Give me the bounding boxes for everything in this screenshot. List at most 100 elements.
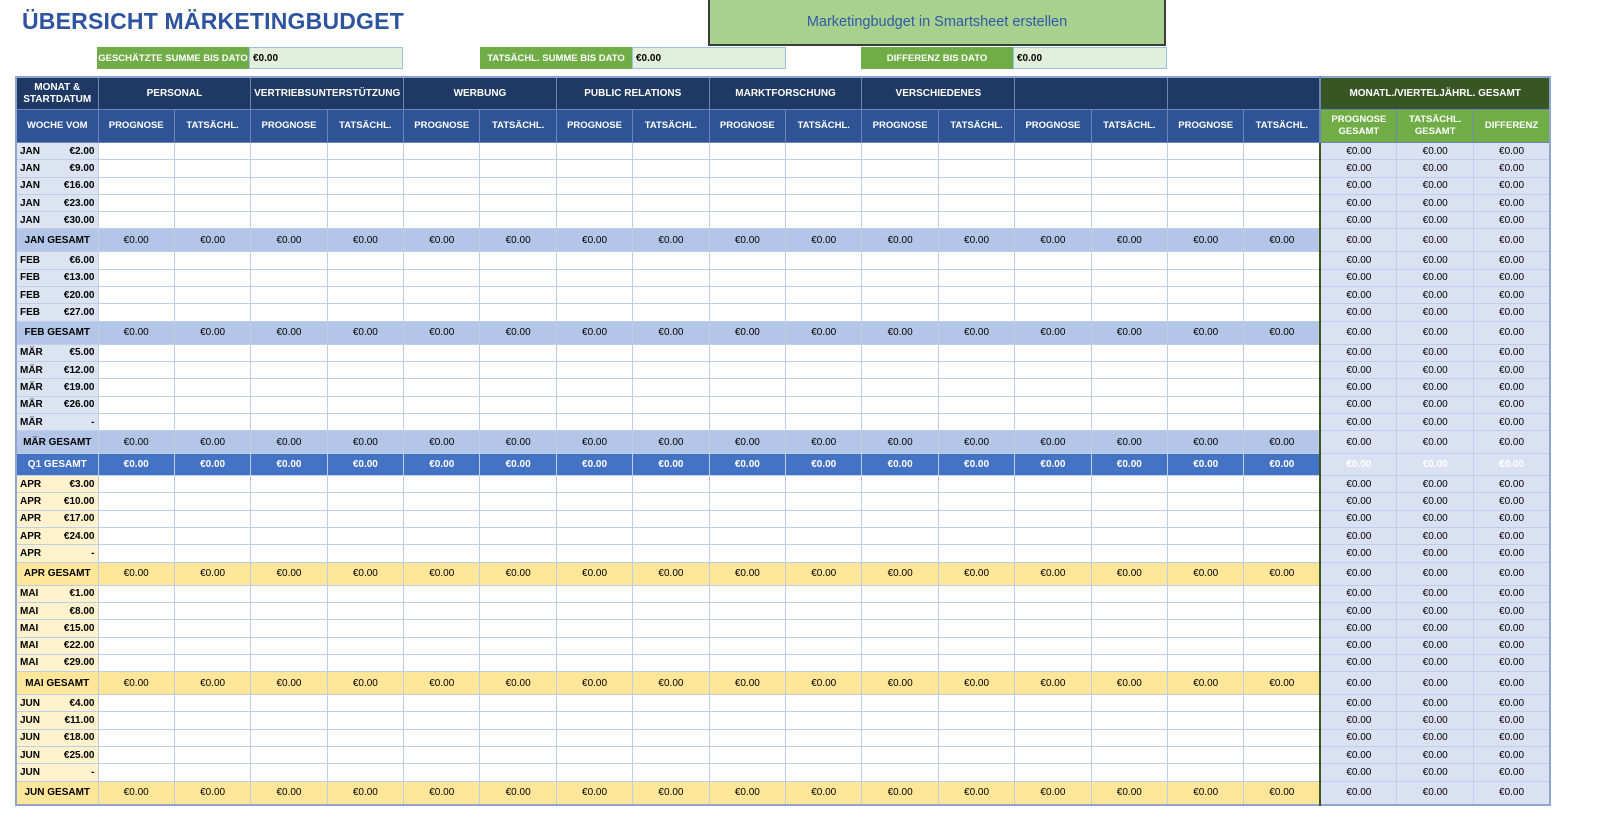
- total-cell[interactable]: €0.00: [1319, 193, 1398, 213]
- total-cell[interactable]: €0.00: [1396, 303, 1474, 322]
- budget-cell[interactable]: [632, 527, 710, 546]
- total-cell[interactable]: €0.00: [1396, 544, 1474, 563]
- budget-cell[interactable]: [1167, 395, 1245, 414]
- budget-cell[interactable]: [1090, 584, 1169, 603]
- budget-cell[interactable]: €0.00: [1014, 320, 1092, 345]
- budget-cell[interactable]: [1243, 303, 1321, 322]
- total-cell[interactable]: €0.00: [1396, 228, 1474, 253]
- budget-cell[interactable]: €0.00: [937, 561, 1016, 586]
- budget-cell[interactable]: [1090, 728, 1169, 748]
- budget-cell[interactable]: [937, 509, 1016, 529]
- budget-cell[interactable]: €0.00: [479, 780, 557, 806]
- budget-cell[interactable]: [1014, 268, 1092, 288]
- budget-cell[interactable]: [861, 378, 939, 397]
- total-cell[interactable]: €0.00: [1396, 211, 1474, 230]
- budget-cell[interactable]: [1014, 492, 1092, 511]
- total-cell[interactable]: €0.00: [1319, 619, 1398, 638]
- budget-cell[interactable]: [708, 653, 787, 673]
- total-cell[interactable]: €0.00: [1319, 763, 1398, 782]
- budget-cell[interactable]: €0.00: [173, 671, 252, 696]
- total-cell[interactable]: €0.00: [1472, 412, 1551, 432]
- budget-cell[interactable]: [403, 303, 481, 322]
- total-cell[interactable]: €0.00: [1396, 193, 1474, 213]
- budget-cell[interactable]: [861, 527, 939, 546]
- budget-cell[interactable]: [326, 544, 405, 563]
- budget-cell[interactable]: [326, 176, 405, 195]
- budget-cell[interactable]: [937, 378, 1016, 397]
- budget-cell[interactable]: [632, 303, 710, 322]
- budget-cell[interactable]: €0.00: [173, 228, 252, 253]
- budget-cell[interactable]: [250, 619, 328, 638]
- budget-cell[interactable]: [937, 475, 1016, 494]
- total-cell[interactable]: €0.00: [1472, 268, 1551, 288]
- budget-cell[interactable]: [1014, 728, 1092, 748]
- summary-forecast-value[interactable]: €0.00: [249, 47, 403, 69]
- budget-cell[interactable]: [326, 303, 405, 322]
- budget-cell[interactable]: [1243, 746, 1321, 765]
- budget-cell[interactable]: €0.00: [632, 453, 710, 477]
- budget-cell[interactable]: [555, 509, 634, 529]
- budget-cell[interactable]: €0.00: [250, 453, 328, 477]
- budget-cell[interactable]: €0.00: [708, 671, 787, 696]
- budget-cell[interactable]: €0.00: [403, 320, 481, 345]
- budget-cell[interactable]: [708, 211, 787, 230]
- budget-cell[interactable]: [250, 159, 328, 178]
- budget-cell[interactable]: [1167, 746, 1245, 765]
- budget-cell[interactable]: [708, 509, 787, 529]
- budget-cell[interactable]: [403, 343, 481, 362]
- budget-cell[interactable]: [937, 286, 1016, 305]
- budget-cell[interactable]: [708, 544, 787, 563]
- budget-cell[interactable]: [555, 378, 634, 397]
- budget-cell[interactable]: [708, 286, 787, 305]
- budget-cell[interactable]: [632, 711, 710, 730]
- budget-cell[interactable]: [861, 211, 939, 230]
- budget-cell[interactable]: [861, 303, 939, 322]
- budget-cell[interactable]: [1243, 584, 1321, 603]
- budget-cell[interactable]: €0.00: [708, 561, 787, 586]
- budget-cell[interactable]: €0.00: [1243, 228, 1321, 253]
- budget-cell[interactable]: [632, 601, 710, 621]
- budget-cell[interactable]: €0.00: [861, 228, 939, 253]
- budget-cell[interactable]: [861, 343, 939, 362]
- budget-cell[interactable]: [861, 141, 939, 161]
- budget-cell[interactable]: [1167, 176, 1245, 195]
- budget-cell[interactable]: [1243, 395, 1321, 414]
- budget-cell[interactable]: €0.00: [785, 430, 863, 455]
- budget-cell[interactable]: [1243, 653, 1321, 673]
- budget-cell[interactable]: [1014, 159, 1092, 178]
- total-cell[interactable]: €0.00: [1319, 268, 1398, 288]
- budget-cell[interactable]: [479, 636, 557, 655]
- budget-cell[interactable]: [97, 141, 175, 161]
- budget-cell[interactable]: [1167, 343, 1245, 362]
- budget-cell[interactable]: [97, 544, 175, 563]
- budget-cell[interactable]: €0.00: [479, 671, 557, 696]
- budget-cell[interactable]: [250, 378, 328, 397]
- budget-cell[interactable]: €0.00: [1090, 671, 1169, 696]
- budget-cell[interactable]: [555, 694, 634, 713]
- total-cell[interactable]: €0.00: [1319, 176, 1398, 195]
- total-cell[interactable]: €0.00: [1319, 453, 1398, 477]
- budget-cell[interactable]: [708, 378, 787, 397]
- total-cell[interactable]: €0.00: [1319, 584, 1398, 603]
- budget-cell[interactable]: [632, 141, 710, 161]
- budget-cell[interactable]: [97, 268, 175, 288]
- total-cell[interactable]: €0.00: [1319, 343, 1398, 362]
- budget-cell[interactable]: €0.00: [250, 780, 328, 806]
- budget-cell[interactable]: [479, 360, 557, 380]
- budget-cell[interactable]: €0.00: [632, 561, 710, 586]
- budget-cell[interactable]: [173, 711, 252, 730]
- total-cell[interactable]: €0.00: [1319, 671, 1398, 696]
- budget-cell[interactable]: [173, 303, 252, 322]
- budget-cell[interactable]: [555, 584, 634, 603]
- budget-cell[interactable]: €0.00: [1243, 320, 1321, 345]
- budget-cell[interactable]: [1014, 763, 1092, 782]
- budget-cell[interactable]: [250, 360, 328, 380]
- budget-cell[interactable]: [479, 159, 557, 178]
- budget-cell[interactable]: [1090, 509, 1169, 529]
- total-cell[interactable]: €0.00: [1396, 728, 1474, 748]
- budget-cell[interactable]: [1014, 303, 1092, 322]
- budget-cell[interactable]: [632, 343, 710, 362]
- budget-cell[interactable]: [785, 653, 863, 673]
- budget-cell[interactable]: €0.00: [250, 228, 328, 253]
- budget-cell[interactable]: [403, 378, 481, 397]
